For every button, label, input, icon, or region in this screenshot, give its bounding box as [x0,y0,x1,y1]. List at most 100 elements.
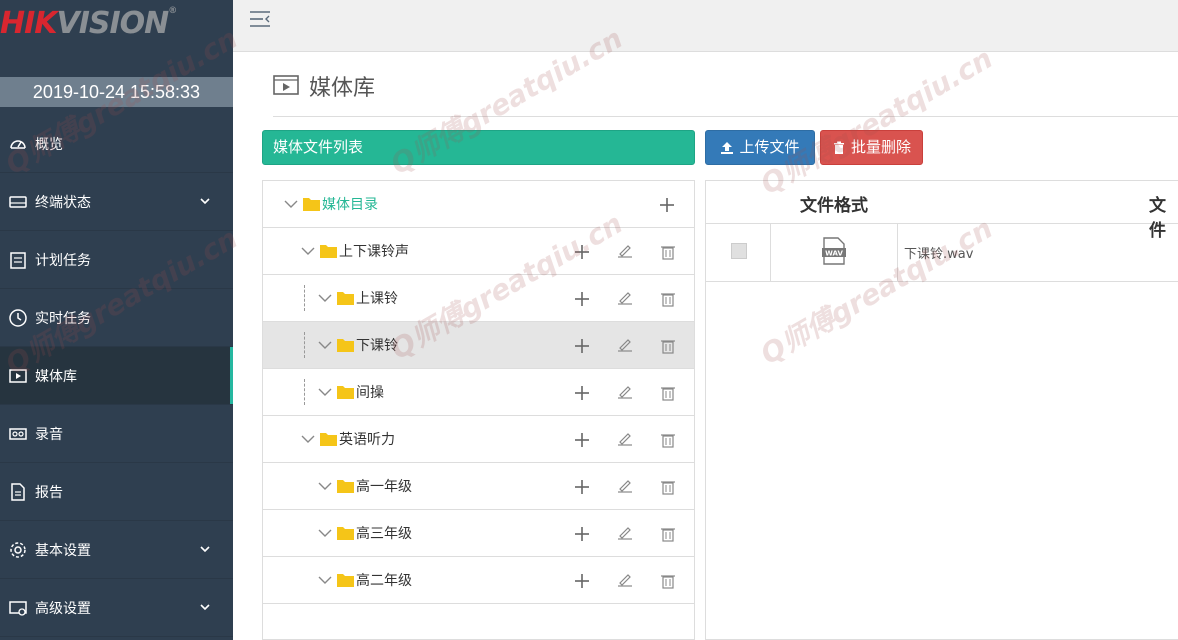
gear-icon [8,540,28,560]
cell-divider [770,224,771,282]
sidebar-item-label: 概览 [35,136,63,153]
delete-icon[interactable] [660,244,676,260]
tree-node[interactable]: 间操 [263,369,694,416]
tree-node-label: 上课铃 [356,291,398,307]
sidebar-item-label: 实时任务 [35,310,91,327]
tree-node-label: 媒体目录 [322,197,378,213]
tree-node-label: 高一年级 [356,479,412,495]
add-icon[interactable] [574,291,590,307]
edit-icon[interactable] [617,477,633,493]
folder-icon [337,480,354,493]
folder-icon [337,574,354,587]
sidebar-item-label: 录音 [35,426,63,443]
edit-icon[interactable] [617,383,633,399]
table-header: 文件格式 文件 [706,181,1178,241]
sidebar-item-realtime[interactable]: 实时任务 [0,289,233,347]
logo-hik: HIK [0,6,58,41]
wav-icon-label: WAV [825,250,843,258]
clock-icon [8,308,28,328]
delete-icon[interactable] [660,385,676,401]
page-title: 媒体库 [309,76,376,101]
tree-node[interactable]: 高一年级 [263,463,694,510]
sidebar: HIKVISION® 2019-10-24 15:58:33 概览 终端状态 计… [0,0,233,640]
terminal-icon [8,192,28,212]
sidebar-item-report[interactable]: 报告 [0,463,233,521]
chevron-down-icon[interactable] [301,246,315,256]
folder-icon [320,433,337,446]
logo-registered: ® [168,6,177,16]
sidebar-nav: 概览 终端状态 计划任务 实时任务 媒体库 录音 报告 基本设置 高级设置 [0,115,233,637]
chevron-down-icon[interactable] [318,575,332,585]
add-icon[interactable] [574,479,590,495]
edit-icon[interactable] [617,571,633,587]
add-icon[interactable] [574,385,590,401]
delete-icon[interactable] [660,573,676,589]
sidebar-item-recording[interactable]: 录音 [0,405,233,463]
add-icon[interactable] [574,573,590,589]
logo: HIKVISION® [0,0,233,50]
add-icon[interactable] [659,197,675,213]
main-content: 媒体库 媒体文件列表 上传文件 批量删除 媒体目录 上下课铃声 上课铃 下课铃 … [233,52,1178,640]
chevron-down-icon[interactable] [318,293,332,303]
media-icon [8,366,28,386]
tree-node-label: 下课铃 [356,338,398,354]
file-name: 下课铃.wav [904,247,974,262]
delete-icon[interactable] [660,479,676,495]
menu-toggle-icon[interactable] [249,9,271,29]
chevron-down-icon[interactable] [318,387,332,397]
chevron-down-icon[interactable] [301,434,315,444]
delete-icon[interactable] [660,338,676,354]
report-icon [8,482,28,502]
add-icon[interactable] [574,432,590,448]
logo-vision: VISION [56,6,170,41]
chevron-down-icon [200,546,210,553]
edit-icon[interactable] [617,430,633,446]
edit-icon[interactable] [617,336,633,352]
table-row[interactable]: WAV 下课铃.wav [706,224,1178,282]
tree-node[interactable]: 上课铃 [263,275,694,322]
delete-icon[interactable] [660,291,676,307]
sidebar-item-basic-settings[interactable]: 基本设置 [0,521,233,579]
folder-icon [337,339,354,352]
tree-node-selected[interactable]: 下课铃 [263,322,694,369]
sidebar-item-label: 计划任务 [35,252,91,269]
batch-delete-label: 批量删除 [850,138,911,156]
sidebar-item-overview[interactable]: 概览 [0,115,233,173]
add-icon[interactable] [574,526,590,542]
chevron-down-icon[interactable] [318,340,332,350]
chevron-down-icon[interactable] [318,528,332,538]
recording-icon [8,424,28,444]
sidebar-item-media-library[interactable]: 媒体库 [0,347,233,405]
tree-node[interactable]: 英语听力 [263,416,694,463]
chevron-down-icon[interactable] [318,481,332,491]
tree-guide-line [304,332,305,358]
batch-delete-button[interactable]: 批量删除 [820,130,923,165]
edit-icon[interactable] [617,524,633,540]
advanced-settings-icon [8,598,28,618]
delete-icon[interactable] [660,432,676,448]
tree-node[interactable]: 高三年级 [263,510,694,557]
tree-node[interactable]: 高二年级 [263,557,694,604]
chevron-down-icon[interactable] [284,199,298,209]
upload-file-button[interactable]: 上传文件 [705,130,815,165]
folder-icon [337,386,354,399]
delete-icon[interactable] [660,526,676,542]
folder-icon [337,292,354,305]
folder-icon [337,527,354,540]
sidebar-item-advanced-settings[interactable]: 高级设置 [0,579,233,637]
tree-node[interactable]: 上下课铃声 [263,228,694,275]
schedule-icon [8,250,28,270]
dashboard-icon [8,134,28,154]
add-icon[interactable] [574,244,590,260]
trash-icon [833,141,844,154]
tree-root[interactable]: 媒体目录 [263,181,694,228]
tree-node-label: 高二年级 [356,573,412,589]
add-icon[interactable] [574,338,590,354]
edit-icon[interactable] [617,289,633,305]
tree-node-label: 间操 [356,385,384,401]
sidebar-item-terminal-status[interactable]: 终端状态 [0,173,233,231]
sidebar-item-schedule[interactable]: 计划任务 [0,231,233,289]
row-checkbox[interactable] [731,243,747,259]
chevron-down-icon [200,604,210,611]
edit-icon[interactable] [617,242,633,258]
